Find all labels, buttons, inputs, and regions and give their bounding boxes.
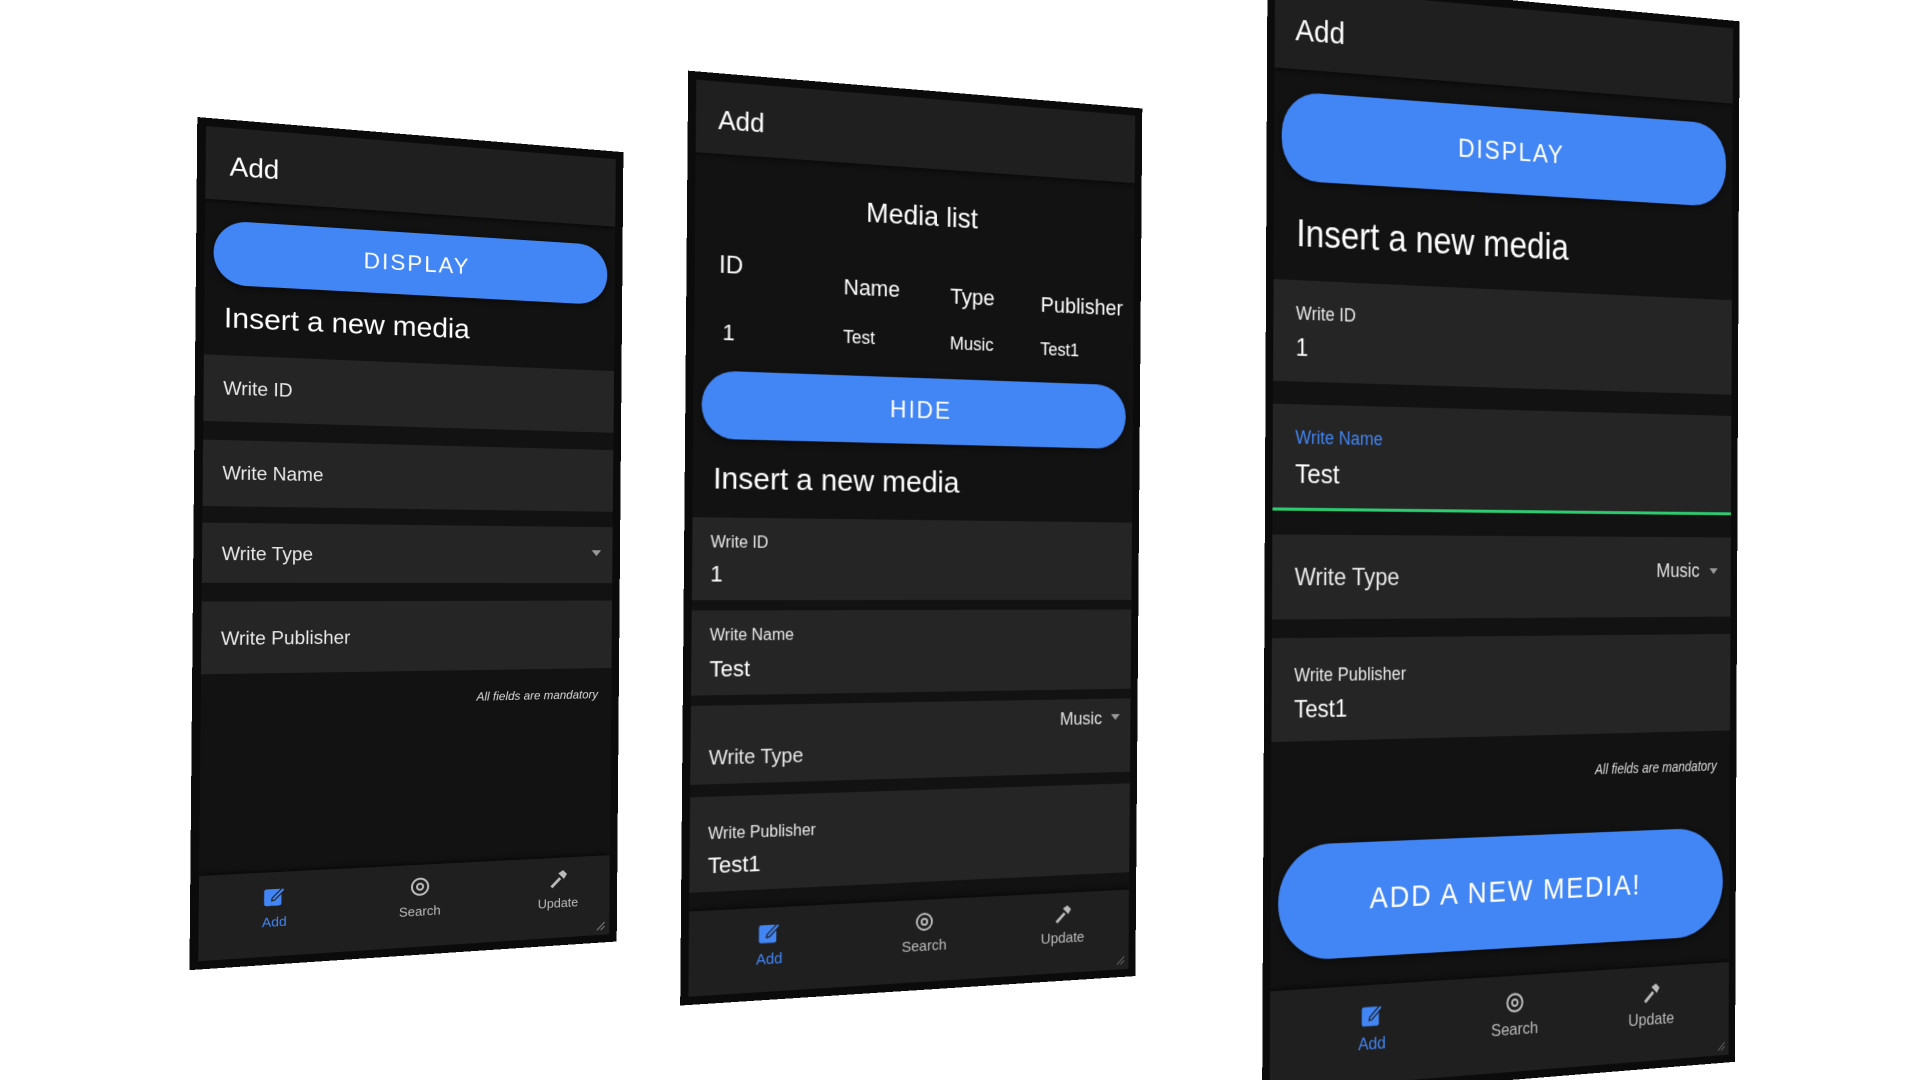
- nav-search[interactable]: Search: [348, 871, 490, 925]
- edit-icon: [1358, 998, 1386, 1031]
- resize-grip-icon[interactable]: [1114, 954, 1125, 966]
- nav-update-label: Update: [1041, 929, 1085, 948]
- publisher-field-label: Write Publisher: [708, 822, 816, 845]
- nav-update[interactable]: Update: [1592, 977, 1709, 1034]
- phone-screen-media-list: Add Media list ID Name Type Publisher 1 …: [680, 71, 1142, 1006]
- nav-update-label: Update: [1628, 1008, 1674, 1030]
- table-cell-publisher: Test1: [1040, 339, 1079, 361]
- publisher-field[interactable]: Write Publisher: [201, 601, 612, 675]
- nav-search-label: Search: [902, 937, 947, 957]
- content: DISPLAY Insert a new media Write ID Writ…: [199, 209, 615, 876]
- publisher-field-label: Write Publisher: [1294, 663, 1406, 686]
- id-field-value: 1: [710, 561, 723, 588]
- nav-update-label: Update: [538, 895, 578, 912]
- table-header-publisher: Publisher: [1041, 292, 1123, 321]
- display-button[interactable]: DISPLAY: [1282, 91, 1727, 207]
- mandatory-note: All fields are mandatory: [1595, 758, 1717, 777]
- table-cell-id: 1: [722, 319, 735, 346]
- nav-search[interactable]: Search: [857, 906, 990, 959]
- app-bar-title: Add: [229, 151, 279, 187]
- mandatory-note: All fields are mandatory: [476, 688, 598, 704]
- id-field-label: Write ID: [223, 378, 293, 402]
- id-field[interactable]: Write ID 1: [692, 517, 1132, 600]
- app-bar-title: Add: [718, 104, 765, 139]
- publisher-field-label: Write Publisher: [221, 627, 351, 650]
- type-dropdown[interactable]: Write Type: [202, 523, 613, 584]
- nav-add[interactable]: Add: [199, 879, 349, 937]
- media-list-card: Media list ID Name Type Publisher 1 Test…: [694, 163, 1135, 386]
- nav-update[interactable]: Update: [490, 864, 624, 916]
- nav-search-label: Search: [1491, 1018, 1538, 1040]
- id-field-label: Write ID: [710, 534, 768, 553]
- id-field-label: Write ID: [1296, 303, 1356, 327]
- hammer-icon: [1052, 902, 1074, 927]
- resize-grip-icon[interactable]: [594, 919, 605, 931]
- phone-screen-filled-form: Add DISPLAY Insert a new media Write ID …: [1262, 0, 1739, 1080]
- nav-add-label: Add: [756, 950, 783, 969]
- type-dropdown-label: Write Type: [1295, 564, 1400, 593]
- name-field-label: Write Name: [222, 463, 323, 487]
- id-field[interactable]: Write ID: [203, 354, 614, 432]
- chevron-down-icon: [1111, 714, 1120, 720]
- chevron-down-icon: [592, 550, 602, 556]
- search-icon: [408, 874, 433, 899]
- nav-add[interactable]: Add: [1307, 995, 1435, 1059]
- type-dropdown-value: Music: [1060, 709, 1102, 730]
- name-field[interactable]: Write Name: [203, 440, 614, 512]
- media-list-title: Media list: [695, 185, 1134, 244]
- nav-update[interactable]: Update: [999, 899, 1126, 951]
- type-dropdown-label: Write Type: [222, 544, 314, 566]
- app-bar: Add: [205, 126, 615, 227]
- search-icon: [913, 909, 936, 934]
- table-header-type: Type: [950, 284, 995, 312]
- search-icon: [1503, 989, 1526, 1017]
- app-bar-title: Add: [1295, 13, 1345, 52]
- nav-add-label: Add: [1358, 1033, 1386, 1054]
- chevron-down-icon: [1709, 568, 1717, 574]
- table-header-name: Name: [843, 274, 900, 303]
- stage: Add DISPLAY Insert a new media Write ID …: [0, 0, 1920, 1080]
- type-dropdown[interactable]: Write Type Music: [1272, 534, 1731, 619]
- table-header-id: ID: [719, 251, 743, 281]
- edit-icon: [261, 882, 289, 910]
- content: DISPLAY Insert a new media Write ID 1 Wr…: [1270, 82, 1733, 991]
- display-button[interactable]: DISPLAY: [213, 220, 607, 305]
- hammer-icon: [1640, 980, 1662, 1007]
- id-field[interactable]: Write ID 1: [1273, 279, 1732, 395]
- edit-icon: [755, 917, 783, 947]
- name-field[interactable]: Write Name Test: [691, 610, 1131, 696]
- nav-search[interactable]: Search: [1453, 986, 1575, 1045]
- resize-grip-icon[interactable]: [1716, 1039, 1726, 1051]
- publisher-field[interactable]: Write Publisher Test1: [1271, 634, 1730, 742]
- name-field-label: Write Name: [710, 627, 794, 646]
- name-field-label: Write Name: [1295, 427, 1382, 450]
- content: Media list ID Name Type Publisher 1 Test…: [689, 163, 1134, 912]
- table-cell-type: Music: [950, 333, 994, 356]
- id-field-value: 1: [1296, 334, 1309, 363]
- name-field-value: Test: [1295, 458, 1339, 491]
- publisher-field-value: Test1: [708, 850, 761, 879]
- section-title: Insert a new media: [1296, 212, 1569, 269]
- publisher-field-value: Test1: [1294, 695, 1347, 725]
- type-dropdown-label: Write Type: [709, 745, 804, 771]
- nav-add[interactable]: Add: [699, 914, 839, 973]
- name-field[interactable]: Write Name Test: [1272, 404, 1731, 516]
- type-dropdown[interactable]: Write Type Music: [690, 698, 1130, 785]
- hammer-icon: [547, 867, 570, 892]
- section-title: Insert a new media: [713, 462, 960, 501]
- phone-screen-empty-form: Add DISPLAY Insert a new media Write ID …: [189, 117, 623, 970]
- nav-add-label: Add: [262, 913, 287, 930]
- nav-search-label: Search: [399, 903, 441, 920]
- table-cell-name: Test: [843, 327, 875, 350]
- section-title: Insert a new media: [224, 301, 470, 345]
- name-field-value: Test: [709, 656, 750, 683]
- add-new-media-button[interactable]: ADD A NEW MEDIA!: [1278, 827, 1723, 962]
- publisher-field[interactable]: Write Publisher Test1: [689, 783, 1130, 893]
- type-dropdown-value: Music: [1656, 560, 1699, 582]
